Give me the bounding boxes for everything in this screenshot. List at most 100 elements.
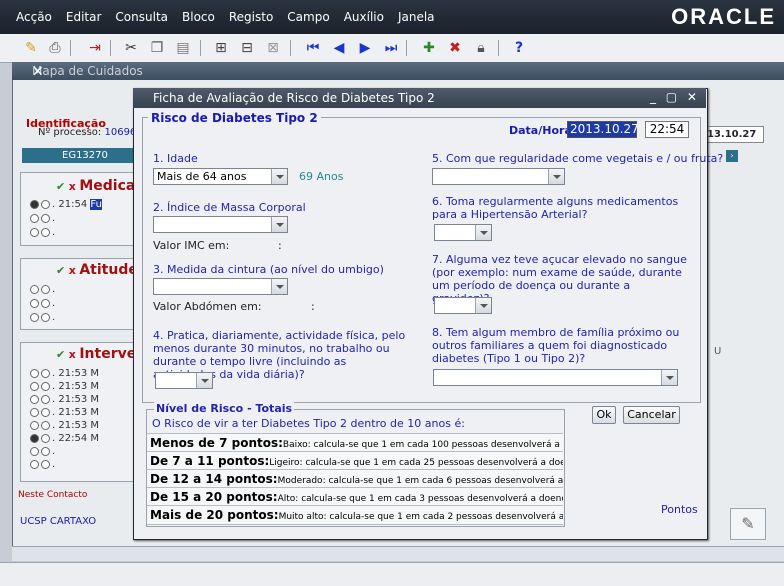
window-controls-icon[interactable]: _ ▢ ✕ bbox=[650, 90, 700, 104]
care-map-titlebar: Mapa de Cuidados ✕ bbox=[12, 62, 784, 80]
q8-select[interactable] bbox=[433, 369, 678, 386]
episode-bar[interactable]: EG13270 bbox=[22, 148, 134, 163]
date-fragment: 13.10.27 bbox=[706, 126, 764, 143]
processo-row: Nº processo: 10696 bbox=[38, 127, 137, 138]
help-icon[interactable]: ? bbox=[508, 37, 530, 59]
q3-select[interactable] bbox=[153, 278, 288, 295]
last-record-icon[interactable]: ⏭ bbox=[380, 37, 402, 59]
chevron-down-icon bbox=[548, 169, 564, 184]
chevron-down-icon bbox=[271, 169, 287, 184]
risk-totals-title: Nível de Risco - Totais bbox=[154, 402, 295, 415]
q5-label: 5. Com que regularidade come vegetais e … bbox=[432, 152, 724, 165]
location-label: UCSP CARTAXO bbox=[20, 516, 97, 527]
date-field[interactable]: 2013.10.27 bbox=[567, 121, 639, 138]
q3-label: 3. Medida da cintura (ao nível do umbigo… bbox=[153, 263, 384, 276]
q6-label: 6. Toma regularmente alguns medicamentos… bbox=[432, 195, 679, 221]
atitude-row[interactable]: . bbox=[30, 284, 55, 295]
oracle-logo: ORACLE bbox=[671, 4, 776, 29]
status-bar bbox=[12, 546, 784, 561]
medica-row[interactable]: . 21:54 Fu bbox=[30, 199, 102, 210]
risk-totals-subtitle: O Risco de vir a ter Diabetes Tipo 2 den… bbox=[152, 417, 465, 430]
menu-accao[interactable]: Acção bbox=[16, 0, 52, 34]
chevron-down-icon bbox=[475, 225, 491, 240]
q1-select[interactable]: Mais de 64 anos bbox=[153, 168, 288, 185]
edit-icon[interactable]: ✎ bbox=[730, 508, 766, 540]
chevron-down-icon bbox=[475, 298, 491, 313]
imc-label: Valor IMC em: bbox=[153, 239, 230, 252]
atitude-header: ✔ x Atitude bbox=[56, 262, 138, 278]
chevron-down-icon bbox=[271, 279, 287, 294]
close-icon[interactable]: ✕ bbox=[32, 64, 770, 80]
time-field[interactable]: 22:54 bbox=[645, 121, 689, 138]
risk-row: De 15 a 20 pontos:Alto: calcula-se que 1… bbox=[147, 487, 563, 506]
risk-row: Menos de 7 pontos:Baixo: calcula-se que … bbox=[147, 433, 563, 452]
query-enter-icon[interactable]: ⊞ bbox=[210, 37, 232, 59]
ok-button[interactable]: Ok bbox=[592, 406, 616, 424]
first-record-icon[interactable]: ⏮ bbox=[302, 37, 324, 59]
risk-row: De 12 a 14 pontos:Moderado: calcula-se q… bbox=[147, 469, 563, 488]
cancel-button[interactable]: Cancelar bbox=[623, 406, 680, 424]
q4-select[interactable] bbox=[155, 372, 213, 389]
menu-consulta[interactable]: Consulta bbox=[115, 0, 168, 34]
chevron-down-icon bbox=[196, 373, 212, 388]
save-icon[interactable]: ✎ bbox=[20, 37, 42, 59]
next-record-icon[interactable]: ▶ bbox=[354, 37, 376, 59]
delete-record-icon[interactable]: ✖ bbox=[444, 37, 466, 59]
risk-row: Mais de 20 pontos:Muito alto: calcula-se… bbox=[147, 505, 563, 525]
medica-row[interactable]: . bbox=[30, 227, 55, 238]
console-bar bbox=[0, 562, 784, 586]
interven-header: ✔ x Interver bbox=[56, 346, 144, 362]
paste-icon[interactable]: ▤ bbox=[172, 37, 194, 59]
pontos-label: Pontos bbox=[661, 503, 698, 516]
copy-icon[interactable]: ❐ bbox=[146, 37, 168, 59]
insert-record-icon[interactable]: ✚ bbox=[418, 37, 440, 59]
frame-title: Risco de Diabetes Tipo 2 bbox=[148, 111, 321, 125]
query-execute-icon[interactable]: ⊟ bbox=[236, 37, 258, 59]
abdomen-value: : bbox=[311, 300, 315, 313]
menu-bar: Acção Editar Consulta Bloco Registo Campo Auxí… bbox=[0, 0, 784, 34]
interven-row[interactable]: . bbox=[30, 459, 55, 470]
interven-row[interactable]: . 21:53 M bbox=[30, 407, 99, 418]
interven-row[interactable]: . 21:53 M bbox=[30, 420, 99, 431]
q8-label: 8. Tem algum membro de família próximo o… bbox=[432, 326, 680, 365]
previous-record-icon[interactable]: ◀ bbox=[328, 37, 350, 59]
menu-editar[interactable]: Editar bbox=[66, 0, 102, 34]
dialog-titlebar: Ficha de Avaliação de Risco de Diabetes … bbox=[133, 88, 706, 108]
interven-row[interactable]: . bbox=[30, 446, 55, 457]
column-u-label: U bbox=[714, 346, 722, 357]
chevron-down-icon bbox=[271, 217, 287, 232]
medica-header: ✔ x Medica bbox=[56, 178, 136, 194]
q5-select[interactable] bbox=[432, 168, 565, 185]
lock-record-icon[interactable]: 🔒︎ bbox=[470, 37, 492, 59]
interven-row[interactable]: . 21:53 M bbox=[30, 368, 99, 379]
q2-select[interactable] bbox=[153, 216, 288, 233]
menu-bloco[interactable]: Bloco bbox=[182, 0, 215, 34]
atitude-row[interactable]: . bbox=[30, 312, 55, 323]
next-arrow-icon[interactable]: › bbox=[726, 150, 738, 162]
abdomen-label: Valor Abdómen em: bbox=[153, 300, 262, 313]
exit-icon[interactable]: ⇥ bbox=[84, 37, 106, 59]
interven-row[interactable]: . 21:53 M bbox=[30, 381, 99, 392]
print-icon[interactable]: ⎙ bbox=[44, 37, 66, 59]
cut-icon[interactable]: ✂ bbox=[120, 37, 142, 59]
interven-row[interactable]: . 22:54 M bbox=[30, 433, 99, 444]
medica-row[interactable]: . bbox=[30, 213, 55, 224]
interven-row[interactable]: . 21:53 M bbox=[30, 394, 99, 405]
chevron-down-icon bbox=[661, 370, 677, 385]
age-years: 69 Anos bbox=[299, 170, 344, 183]
query-cancel-icon[interactable]: ⊠ bbox=[262, 37, 284, 59]
q7-select[interactable] bbox=[434, 297, 492, 314]
q2-label: 2. Índice de Massa Corporal bbox=[153, 201, 306, 214]
risk-row: De 7 a 11 pontos:Ligeiro: calcula-se que… bbox=[147, 451, 563, 470]
dialog-title: Ficha de Avaliação de Risco de Diabetes … bbox=[153, 91, 435, 105]
atitude-row[interactable]: . bbox=[30, 298, 55, 309]
q6-select[interactable] bbox=[434, 224, 492, 241]
menu-auxilio[interactable]: Auxílio bbox=[344, 0, 384, 34]
menu-campo[interactable]: Campo bbox=[287, 0, 329, 34]
imc-value: : bbox=[278, 239, 282, 252]
menu-registo[interactable]: Registo bbox=[229, 0, 273, 34]
neste-contacto-label: Neste Contacto bbox=[18, 490, 88, 500]
menu-janela[interactable]: Janela bbox=[398, 0, 435, 34]
q1-label: 1. Idade bbox=[153, 152, 198, 165]
toolbar: ✎ ⎙ ⇥ ✂ ❐ ▤ ⊞ ⊟ ⊠ ⏮ ◀ ▶ ⏭ ✚ ✖ 🔒︎ ? bbox=[0, 34, 784, 63]
